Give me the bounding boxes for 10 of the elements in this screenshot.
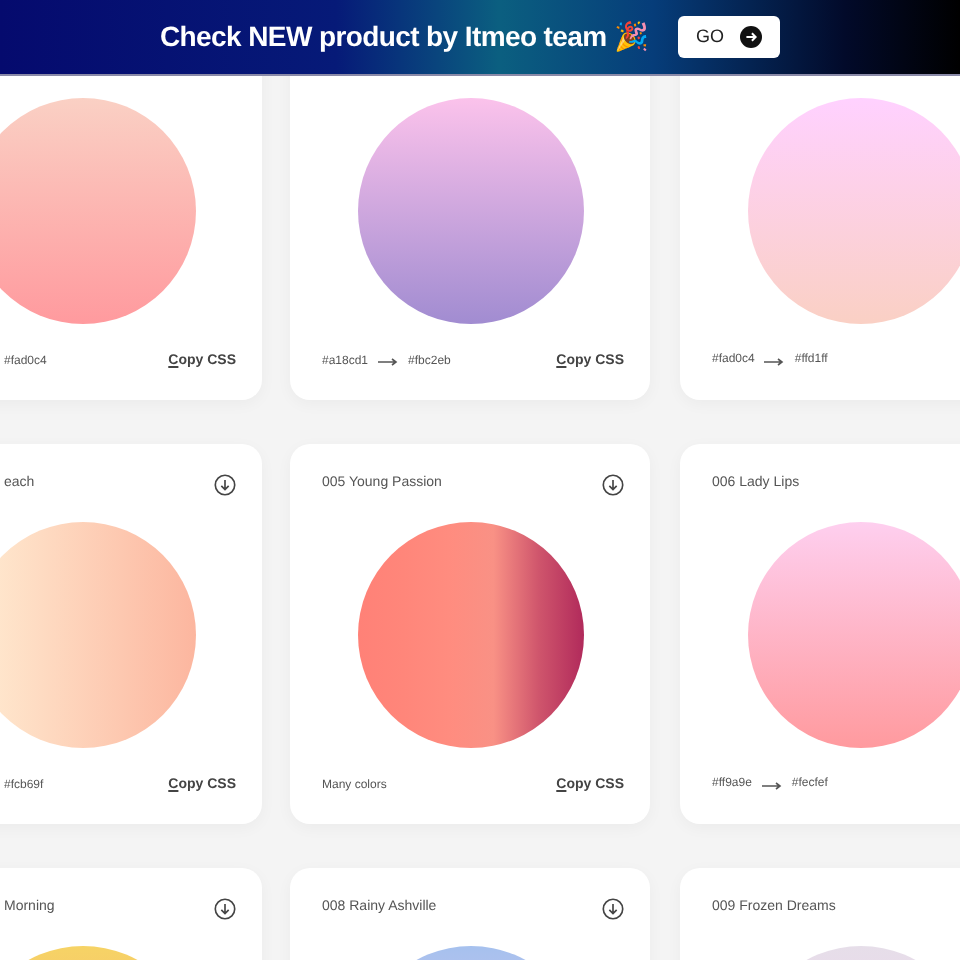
- arrow-icon: [764, 357, 785, 365]
- arrow-icon: [378, 358, 399, 367]
- arrow-icon: [761, 781, 782, 789]
- download-icon[interactable]: [602, 473, 624, 495]
- go-button[interactable]: GO: [678, 16, 780, 58]
- download-icon[interactable]: [602, 897, 624, 919]
- download-icon[interactable]: [214, 473, 236, 495]
- arrow-right-icon: [740, 26, 762, 48]
- download-icon[interactable]: [214, 897, 236, 919]
- banner-text: Check NEW product by Itmeo team 🎉: [160, 18, 648, 56]
